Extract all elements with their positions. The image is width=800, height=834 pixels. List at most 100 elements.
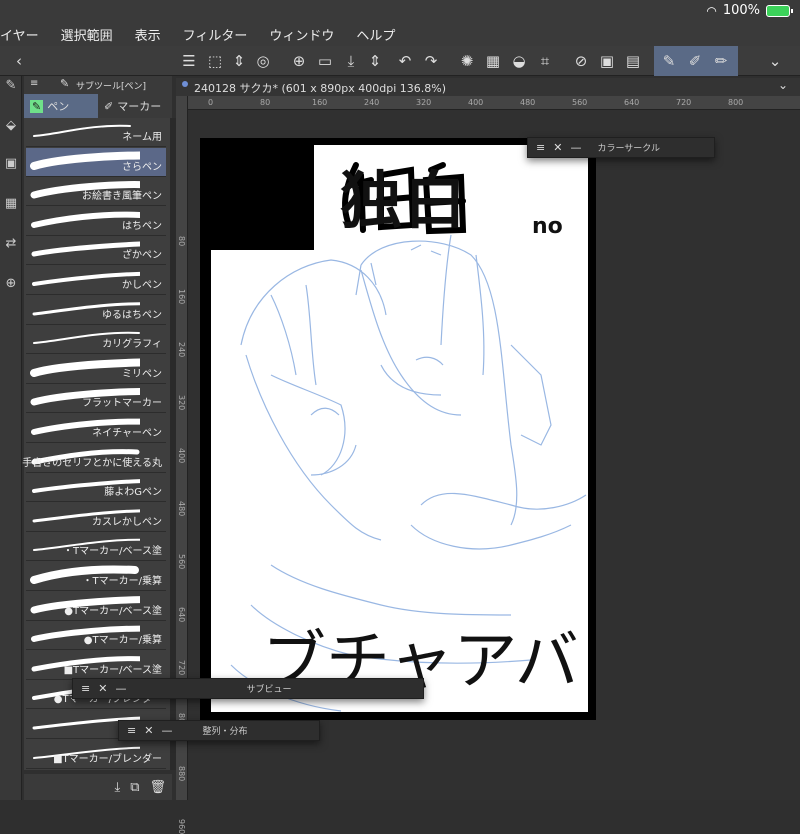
battery-percent: 100% [722, 3, 760, 18]
select-icon[interactable]: ▦ [482, 50, 504, 72]
chevron-down-icon[interactable]: ⌄ [764, 50, 786, 72]
ruler-tick-label: 720 [676, 98, 692, 107]
minimize-icon[interactable]: — [570, 141, 581, 154]
brush-name: 藤よわGペン [104, 487, 162, 499]
menu-view[interactable]: 表示 [125, 25, 173, 44]
minimize-icon-2[interactable]: — [115, 682, 126, 695]
fill-icon[interactable]: ◒ [508, 50, 530, 72]
drag-handle-icon[interactable]: ≡ [536, 141, 545, 154]
brush-item[interactable]: ・Tマーカー/ベース塗 [26, 532, 166, 562]
brush-item[interactable]: ■Tマーカー/ブレンダー [26, 739, 166, 769]
minimize-icon-3[interactable]: — [161, 724, 172, 737]
subtool-tabs: ✎ ペン ✐ マーカー [24, 94, 172, 118]
eraser-icon[interactable]: ✏ [710, 50, 732, 72]
fill-tool-icon[interactable]: ⬙ [1, 118, 21, 138]
updown-icon-2[interactable]: ⇕ [364, 50, 386, 72]
drag-handle-icon-2[interactable]: ≡ [81, 682, 90, 695]
brush-item[interactable]: ゆるはちペン [26, 295, 166, 325]
trash-icon[interactable]: 🗑 [149, 780, 166, 795]
crop-icon[interactable]: ⌗ [534, 50, 556, 72]
align-panel[interactable]: ≡ ✕ — 整列・分布 [118, 720, 320, 741]
brush-item[interactable]: かしペン [26, 266, 166, 295]
duplicate-icon[interactable]: ⧉ [130, 780, 139, 795]
ruler-tick-label: 160 [312, 98, 328, 107]
invert-select-icon[interactable]: ▣ [596, 50, 618, 72]
tab-dot-icon [182, 81, 188, 87]
ruler-top: 0 80 160 240 320 400 480 560 640 720 800 [188, 96, 800, 110]
transform-icon[interactable]: ⬚ [204, 50, 226, 72]
brush-name: カスレかしペン [92, 516, 162, 528]
status-bar: ◠ 100% [0, 0, 800, 22]
menu-bar: イヤー 選択範囲 表示 フィルター ウィンドウ ヘルプ [0, 22, 800, 46]
brush-item[interactable]: 手書きのセリフとかに使える丸 [22, 443, 166, 473]
brush-item[interactable]: フラットマーカー [26, 384, 166, 414]
menu-help[interactable]: ヘルプ [346, 25, 407, 44]
ruler-tick-label: 240 [364, 98, 380, 107]
brush-item[interactable]: ネイチャーペン [26, 414, 166, 443]
ruler-tick-label: 400 [177, 448, 186, 464]
brush-item[interactable]: 藤よわGペン [26, 473, 166, 503]
subtool-header: ≡ ✎ サブツール[ペン] [24, 76, 172, 94]
brush-item[interactable]: ミリペン [26, 354, 166, 384]
save-icon[interactable]: ⤓ [340, 50, 362, 72]
brush-name: ゆるはちペン [102, 309, 162, 321]
redo-icon[interactable]: ↷ [420, 50, 442, 72]
chevron-left-icon[interactable]: ‹ [8, 50, 30, 72]
brush-item[interactable]: カスレかしペン [26, 502, 166, 532]
figure-tool-icon[interactable]: ▣ [1, 156, 21, 176]
ruler-tick-label: 880 [177, 766, 186, 782]
brush-name: ・Tマーカー/ベース塗 [63, 546, 162, 558]
move-tool-icon[interactable]: ⇄ [1, 236, 21, 256]
color-circle-title: カラーサークル [597, 144, 660, 154]
brush-item[interactable]: さらペン [26, 147, 166, 177]
color-circle-panel[interactable]: ≡ ✕ — カラーサークル [527, 137, 715, 158]
panel-menu-icon[interactable]: ≡ [30, 78, 38, 89]
wifi-icon: ◠ [706, 3, 717, 18]
brush-name: 手書きのセリフとかに使える丸 [22, 457, 162, 469]
brush-item[interactable]: ●Tマーカー/乗算 [26, 621, 166, 651]
chevron-down-icon-tab[interactable]: ⌄ [778, 78, 788, 92]
brush-list: ネーム用 さらペン お絵書き風筆ペン はちペン ざかペン かしペンゆるはちペンカリグラフィ… [22, 118, 170, 770]
updown-icon[interactable]: ⇕ [228, 50, 250, 72]
brush-name: ●Tマーカー/乗算 [83, 635, 162, 647]
brush-item[interactable]: ざかペン [26, 236, 166, 266]
drag-handle-icon-3[interactable]: ≡ [127, 724, 136, 737]
new-file-icon[interactable]: ⊕ [288, 50, 310, 72]
ruler-tick-label: 0 [208, 98, 214, 107]
tab-pen[interactable]: ✎ ペン [24, 94, 98, 118]
menu-selection[interactable]: 選択範囲 [51, 25, 125, 44]
document-tab[interactable]: 240128 サクカ* (601 x 890px 400dpi 136.8%) … [176, 78, 800, 96]
subview-panel[interactable]: ≡ ✕ — サブビュー [72, 678, 424, 699]
search-tool-icon[interactable]: ⊕ [1, 276, 21, 296]
undo-icon[interactable]: ↶ [394, 50, 416, 72]
close-icon-3[interactable]: ✕ [144, 724, 153, 737]
canvas-title-suffix: no [532, 214, 563, 239]
hamburger-menu-icon[interactable]: ☰ [178, 50, 200, 72]
tab-marker[interactable]: ✐ マーカー [98, 94, 172, 118]
close-icon[interactable]: ✕ [553, 141, 562, 154]
subview-title: サブビュー [246, 685, 292, 695]
menu-filter[interactable]: フィルター [173, 25, 260, 44]
brush-item[interactable]: ●Tマーカー/ベース塗 [26, 591, 166, 621]
menu-window[interactable]: ウィンドウ [259, 25, 346, 44]
brush-item[interactable]: はちペン [26, 206, 166, 236]
close-icon-2[interactable]: ✕ [98, 682, 107, 695]
deselect-icon[interactable]: ⊘ [570, 50, 592, 72]
brush-item[interactable]: カリグラフィ [26, 325, 166, 355]
brush-item[interactable]: ネーム用 [26, 118, 166, 147]
grid-tool-icon[interactable]: ▦ [1, 196, 21, 216]
pen-icon[interactable]: ✎ [658, 50, 680, 72]
brush-name: ■Tマーカー/ベース塗 [63, 664, 162, 676]
pen-tool-icon[interactable]: ✎ [1, 78, 21, 98]
menu-layer[interactable]: イヤー [0, 25, 51, 44]
loading-icon[interactable]: ✺ [456, 50, 478, 72]
open-folder-icon[interactable]: ▭ [314, 50, 336, 72]
grid-icon[interactable]: ▤ [622, 50, 644, 72]
brush-item[interactable]: ■Tマーカー/ベース塗 [26, 650, 166, 680]
app-logo-icon[interactable]: ◎ [252, 50, 274, 72]
brush-item[interactable]: お絵書き風筆ペン [26, 177, 166, 207]
download-icon[interactable]: ⤓ [114, 780, 120, 795]
tab-marker-label: マーカー [117, 100, 162, 113]
brush-item[interactable]: ・Tマーカー/乗算 [26, 562, 166, 591]
brush-icon[interactable]: ✐ [684, 50, 706, 72]
